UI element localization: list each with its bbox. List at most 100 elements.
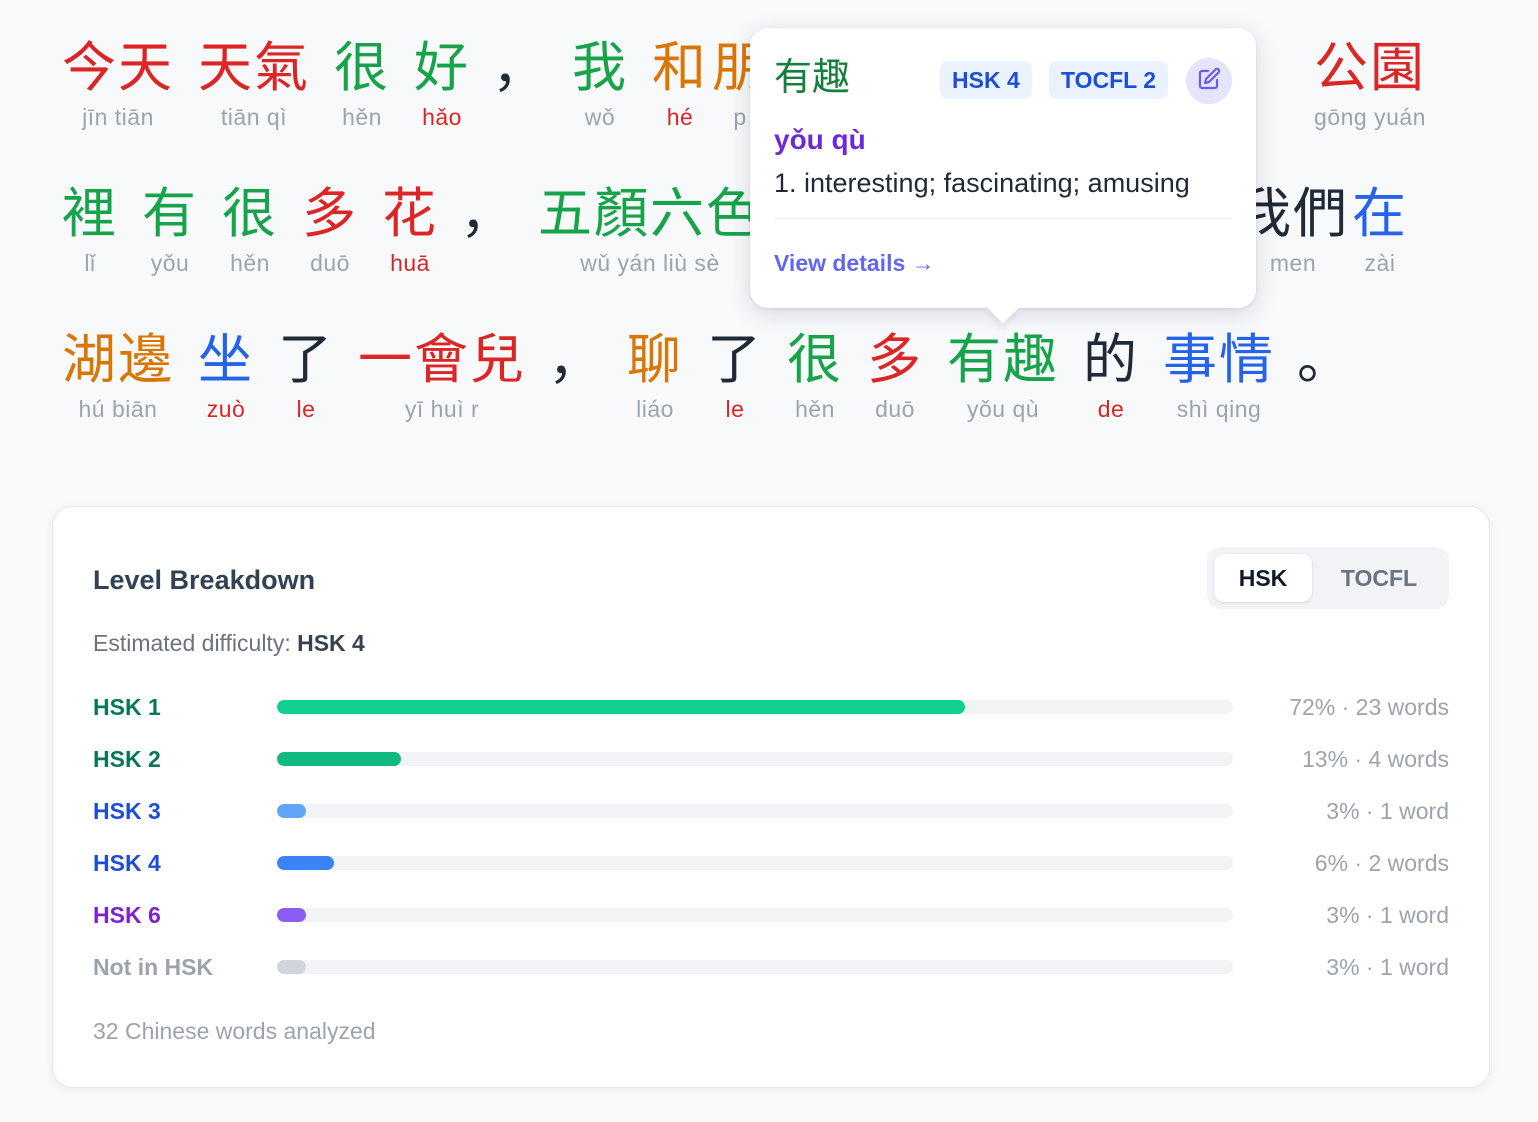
annotated-word[interactable]: 很 hěn: [334, 36, 390, 132]
word-pinyin: jīn tiān: [82, 104, 154, 130]
word-pinyin: le: [296, 396, 316, 422]
annotated-word[interactable]: 坐 zuò: [198, 328, 254, 424]
word-hanzi: 了: [707, 328, 763, 391]
popover-definition: 1. interesting; fascinating; amusing: [774, 168, 1190, 198]
annotated-word[interactable]: 有趣 yǒu qù: [947, 328, 1059, 424]
level-stat: 3% · 1 word: [1326, 798, 1449, 824]
edit-word-button[interactable]: [1186, 58, 1232, 104]
difficulty-value: HSK 4: [297, 630, 365, 656]
hsk-level-badge: HSK 4: [940, 61, 1032, 99]
difficulty-label: Estimated difficulty:: [93, 630, 291, 656]
estimated-difficulty: Estimated difficulty: HSK 4: [93, 627, 365, 659]
annotated-word[interactable]: 很 hěn: [787, 328, 843, 424]
tab-hsk[interactable]: HSK: [1214, 554, 1312, 602]
word-hanzi: 在: [1352, 182, 1408, 245]
level-bar-track: [277, 804, 1233, 818]
view-details-label: View details: [774, 250, 906, 276]
view-details-link[interactable]: View details →: [774, 247, 935, 279]
word-pinyin: zuò: [206, 396, 246, 422]
punctuation: ，: [548, 328, 604, 394]
level-bar-track: [277, 752, 1233, 766]
annotated-word[interactable]: 我 wǒ: [572, 36, 628, 132]
level-row: HSK 6 3% · 1 word: [93, 898, 1449, 932]
words-analyzed-note: 32 Chinese words analyzed: [93, 1018, 376, 1044]
level-row: Not in HSK 3% · 1 word: [93, 950, 1449, 984]
word-hanzi: 坐: [198, 328, 254, 391]
level-bar-fill: [277, 700, 966, 714]
level-bar-track: [277, 908, 1233, 922]
word-pinyin: hěn: [230, 250, 270, 276]
punctuation: ，: [492, 36, 548, 102]
word-pinyin: huā: [390, 250, 430, 276]
level-bar-track: [277, 700, 1233, 714]
annotated-word[interactable]: 今天 jīn tiān: [62, 36, 174, 132]
tab-tocfl[interactable]: TOCFL: [1315, 554, 1443, 602]
level-bar-fill: [277, 856, 335, 870]
word-pinyin: gōng yuán: [1314, 104, 1426, 130]
annotated-word[interactable]: 了 le: [278, 328, 334, 424]
level-stat: 72% · 23 words: [1289, 694, 1449, 720]
level-bar-fill: [277, 960, 306, 974]
word-hanzi: 五顏六色: [538, 182, 762, 245]
level-label: HSK 2: [93, 746, 161, 772]
level-label: HSK 4: [93, 850, 161, 876]
word-hanzi: ，: [548, 328, 604, 391]
popover-word: 有趣: [774, 55, 851, 99]
word-pinyin: de: [1097, 396, 1125, 422]
annotated-word[interactable]: 多 duō: [302, 182, 358, 278]
word-hanzi: 聊: [627, 328, 683, 391]
annotated-word[interactable]: 公園 gōng yuán: [1314, 36, 1426, 132]
level-stat: 6% · 2 words: [1314, 850, 1449, 876]
level-stat: 3% · 1 word: [1326, 902, 1449, 928]
word-pinyin: yī huì r: [404, 396, 480, 422]
level-label: Not in HSK: [93, 954, 214, 980]
annotated-word[interactable]: 在 zài: [1352, 182, 1408, 278]
word-popover: 有趣 HSK 4 TOCFL 2 yǒu qù 1. interesting; …: [750, 28, 1256, 324]
word-hanzi: ，: [460, 182, 516, 245]
word-hanzi: 。: [1297, 328, 1353, 391]
level-bar-fill: [277, 908, 306, 922]
annotated-word[interactable]: 湖邊 hú biān: [62, 328, 174, 424]
annotated-word[interactable]: 了 le: [707, 328, 763, 424]
level-breakdown-card: Level Breakdown HSK TOCFL Estimated diff…: [52, 506, 1490, 1088]
annotated-word[interactable]: 好 hǎo: [414, 36, 470, 132]
level-row: HSK 4 6% · 2 words: [93, 846, 1449, 880]
word-hanzi: 公園: [1314, 36, 1426, 99]
annotated-word[interactable]: 有 yǒu: [142, 182, 198, 278]
annotated-word[interactable]: 一會兒 yī huì r: [358, 328, 526, 424]
annotated-word[interactable]: 裡 lǐ: [62, 182, 118, 278]
level-bar-fill: [277, 752, 402, 766]
word-hanzi: 一會兒: [358, 328, 526, 391]
annotated-word[interactable]: 聊 liáo: [627, 328, 683, 424]
word-pinyin: hé: [666, 104, 694, 130]
annotated-word[interactable]: 多 duō: [867, 328, 923, 424]
annotated-word[interactable]: 天氣 tiān qì: [198, 36, 310, 132]
word-pinyin: hěn: [342, 104, 382, 130]
word-hanzi: 很: [222, 182, 278, 245]
word-hanzi: 我: [572, 36, 628, 99]
level-row: HSK 2 13% · 4 words: [93, 742, 1449, 776]
annotated-word[interactable]: 和 hé: [652, 36, 708, 132]
word-hanzi: 多: [302, 182, 358, 245]
word-pinyin: tiān qì: [220, 104, 288, 130]
level-stat: 3% · 1 word: [1326, 954, 1449, 980]
level-stat: 13% · 4 words: [1301, 746, 1449, 772]
annotated-word[interactable]: 花 huā: [382, 182, 438, 278]
level-label: HSK 1: [93, 694, 161, 720]
word-hanzi: 裡: [62, 182, 118, 245]
popover-pinyin: yǒu qù: [774, 124, 866, 155]
annotated-word[interactable]: 很 hěn: [222, 182, 278, 278]
word-hanzi: ，: [492, 36, 548, 99]
word-hanzi: 很: [334, 36, 390, 99]
annotated-word[interactable]: 五顏六色 wǔ yán liù sè: [538, 182, 762, 278]
word-hanzi: 多: [867, 328, 923, 391]
popover-divider: [774, 218, 1232, 219]
level-system-toggle: HSK TOCFL: [1207, 547, 1449, 609]
word-hanzi: 的: [1083, 328, 1139, 391]
word-pinyin: p: [733, 104, 747, 130]
word-hanzi: 有: [142, 182, 198, 245]
annotated-word[interactable]: 的 de: [1083, 328, 1139, 424]
word-pinyin: wǔ yán liù sè: [580, 250, 720, 276]
annotated-word[interactable]: 事情 shì qing: [1163, 328, 1275, 424]
word-hanzi: 和: [652, 36, 708, 99]
